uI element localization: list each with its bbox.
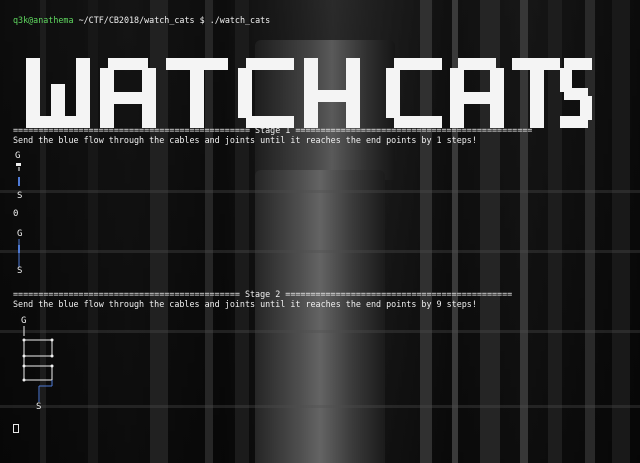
- stage1-step-counter: 0: [13, 209, 19, 219]
- terminal-cursor[interactable]: [13, 424, 19, 433]
- stage2-end-node: S: [36, 402, 42, 412]
- stage2-header: ========================================…: [13, 289, 513, 299]
- stage1-puzzle: G S 0 G S: [13, 151, 33, 281]
- terminal[interactable]: q3k@anathema ~/CTF/CB2018/watch_cats $ .…: [0, 0, 640, 463]
- stage1-start-node: G: [15, 151, 21, 161]
- prompt-user-host: q3k@anathema: [13, 15, 74, 25]
- watch-cats-banner: [24, 34, 594, 128]
- prompt-command: ./watch_cats: [209, 15, 271, 25]
- stage1-end-node: S: [17, 191, 23, 201]
- stage1-instruction: Send the blue flow through the cables an…: [13, 135, 477, 145]
- stage2-start-node: G: [21, 316, 27, 326]
- stage2-instruction: Send the blue flow through the cables an…: [13, 299, 477, 309]
- stage1-header: ========================================…: [13, 125, 533, 135]
- stage1-after-end-node: S: [17, 266, 23, 276]
- stage1-after-start-node: G: [17, 229, 23, 239]
- prompt-path: ~/CTF/CB2018/watch_cats: [78, 15, 195, 25]
- stage2-puzzle: G S: [13, 316, 73, 416]
- prompt-line: q3k@anathema ~/CTF/CB2018/watch_cats $ .…: [13, 15, 270, 25]
- prompt-symbol: $: [199, 15, 205, 25]
